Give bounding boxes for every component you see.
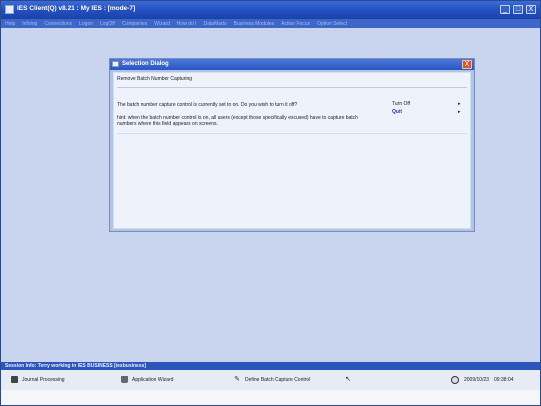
menu-option-select[interactable]: Option Select bbox=[317, 21, 347, 27]
task-define-batch-capture-control[interactable]: ✎ Define Batch Capture Control bbox=[233, 376, 310, 383]
bottom-strip bbox=[1, 390, 540, 405]
window-title: IES Client(Q) v8.21 : My IES : [mode-7] bbox=[17, 5, 136, 12]
menu-datamarts[interactable]: DataMarts bbox=[204, 21, 227, 27]
close-button[interactable]: X bbox=[526, 5, 536, 14]
dialog-title-bar[interactable]: Selection Dialog bbox=[110, 59, 474, 70]
menu-infolog[interactable]: Infolog bbox=[22, 21, 37, 27]
dialog-body: Remove Batch Number Capturing The batch … bbox=[113, 72, 471, 229]
dialog-close-button[interactable]: X bbox=[462, 60, 472, 69]
menu-help[interactable]: Help bbox=[5, 21, 15, 27]
task-label: Journal Processing bbox=[22, 376, 65, 383]
app-window: IES Client(Q) v8.21 : My IES : [mode-7] … bbox=[0, 0, 541, 406]
window-controls: _ □ X bbox=[500, 5, 536, 14]
menu-business-modules[interactable]: Business Modules bbox=[234, 21, 275, 27]
divider bbox=[117, 87, 467, 88]
menu-how-do-i[interactable]: How do I bbox=[177, 21, 197, 27]
menu-wizard[interactable]: Wizard bbox=[154, 21, 170, 27]
date-text: 2009/10/23 bbox=[464, 377, 490, 383]
wizard-hat-icon bbox=[121, 376, 128, 383]
app-icon bbox=[5, 5, 14, 14]
dialog-title: Selection Dialog bbox=[122, 61, 169, 67]
arrow-right-icon[interactable]: ▸ bbox=[458, 101, 461, 107]
menu-logon[interactable]: Logon bbox=[79, 21, 93, 27]
time-text: 09:38:04 bbox=[494, 377, 514, 383]
dialog-message: The batch number capture control is curr… bbox=[117, 102, 298, 108]
dialog-icon bbox=[112, 61, 119, 67]
session-info-bar: Session Info: Terry working in IES BUSIN… bbox=[1, 362, 540, 370]
divider bbox=[117, 133, 467, 134]
wand-icon: ✎ bbox=[234, 376, 240, 383]
task-label: Application Wizard bbox=[132, 376, 174, 383]
menu-action-focus[interactable]: Action Focus bbox=[281, 21, 310, 27]
dialog-hint: hint: when the batch number control is o… bbox=[117, 115, 358, 127]
cursor-icon: ↖ bbox=[345, 376, 351, 383]
taskbar: Journal Processing Application Wizard ✎ … bbox=[1, 370, 540, 390]
clock: 2009/10/23 09:38:04 bbox=[451, 376, 514, 384]
task-cursor[interactable]: ↖ bbox=[344, 376, 352, 383]
task-journal-processing[interactable]: Journal Processing bbox=[11, 376, 65, 383]
dialog-subtitle: Remove Batch Number Capturing bbox=[117, 76, 193, 82]
selection-dialog: Selection Dialog X Remove Batch Number C… bbox=[109, 58, 475, 232]
journal-icon bbox=[11, 376, 18, 383]
option-quit[interactable]: Quit bbox=[392, 109, 402, 115]
maximize-button[interactable]: □ bbox=[513, 5, 523, 14]
task-application-wizard[interactable]: Application Wizard bbox=[121, 376, 173, 383]
menu-companies[interactable]: Companies bbox=[122, 21, 147, 27]
minimize-button[interactable]: _ bbox=[500, 5, 510, 14]
menu-logoff[interactable]: LogOff bbox=[100, 21, 115, 27]
menu-bar: Help Infolog Connections Logon LogOff Co… bbox=[1, 19, 540, 28]
task-label: Define Batch Capture Control bbox=[245, 376, 311, 383]
option-turn-off[interactable]: Turn Off bbox=[392, 101, 410, 107]
clock-icon bbox=[451, 376, 459, 384]
menu-connections[interactable]: Connections bbox=[44, 21, 72, 27]
title-bar[interactable]: IES Client(Q) v8.21 : My IES : [mode-7] … bbox=[1, 1, 540, 19]
arrow-right-icon[interactable]: ▸ bbox=[458, 109, 461, 115]
